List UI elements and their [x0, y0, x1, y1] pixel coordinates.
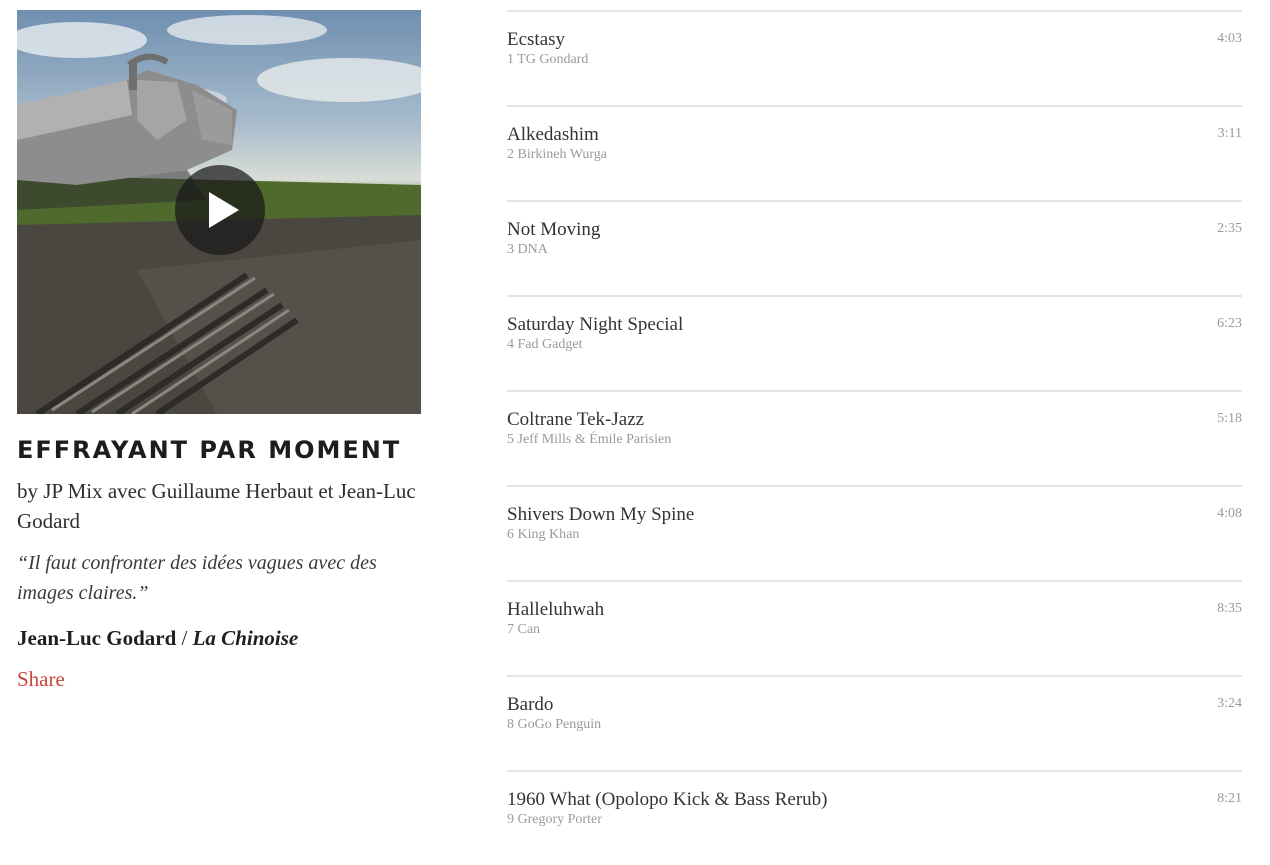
track-number: 9: [507, 812, 514, 827]
quote-author: Jean-Luc Godard: [17, 626, 177, 650]
track-row[interactable]: Coltrane Tek-Jazz 5 Jeff Mills & Émile P…: [507, 390, 1242, 485]
track-title: Bardo: [507, 694, 554, 715]
track-duration: 6:23: [1217, 316, 1242, 331]
track-duration: 3:24: [1217, 696, 1242, 711]
mix-quote: “Il faut confronter des idées vagues ave…: [17, 552, 377, 604]
track-title: 1960 What (Opolopo Kick & Bass Rerub): [507, 789, 828, 810]
track-title: Ecstasy: [507, 29, 566, 50]
track-number: 8: [507, 717, 514, 732]
track-meta: 3 DNA: [507, 241, 548, 259]
track-row[interactable]: Alkedashim 2 Birkineh Wurga 3:11: [507, 105, 1242, 200]
track-artist: Birkineh Wurga: [517, 147, 608, 162]
track-meta: 7 Can: [507, 621, 540, 639]
track-row[interactable]: Halleluhwah 7 Can 8:35: [507, 580, 1242, 675]
track-number: 1: [507, 52, 514, 67]
mix-panel: EFFRAYANT PAR MOMENT by JP Mix avec Guil…: [17, 10, 421, 694]
share-link[interactable]: Share: [17, 664, 65, 694]
track-title: Halleluhwah: [507, 599, 605, 620]
track-artist: Can: [517, 622, 541, 637]
track-title: Not Moving: [507, 219, 601, 240]
track-artist: Fad Gadget: [517, 337, 583, 352]
track-row[interactable]: Bardo 8 GoGo Penguin 3:24: [507, 675, 1242, 770]
mix-title: EFFRAYANT PAR MOMENT: [17, 436, 402, 464]
track-meta: 9 Gregory Porter: [507, 811, 602, 829]
mix-byline: by JP Mix avec Guillaume Herbaut et Jean…: [17, 479, 416, 533]
tracklist: Ecstasy 1 TG Gondard 4:03 Alkedashim 2 B…: [507, 10, 1242, 865]
quote-attribution: Jean-Luc Godard / La Chinoise: [17, 623, 421, 653]
track-number: 3: [507, 242, 514, 257]
track-row[interactable]: Shivers Down My Spine 6 King Khan 4:08: [507, 485, 1242, 580]
track-title: Coltrane Tek-Jazz: [507, 409, 645, 430]
track-row[interactable]: Ecstasy 1 TG Gondard 4:03: [507, 10, 1242, 105]
track-duration: 8:35: [1217, 601, 1242, 616]
track-meta: 4 Fad Gadget: [507, 336, 582, 354]
track-duration: 3:11: [1217, 126, 1242, 141]
track-duration: 2:35: [1217, 221, 1242, 236]
track-number: 5: [507, 432, 514, 447]
track-row[interactable]: Saturday Night Special 4 Fad Gadget 6:23: [507, 295, 1242, 390]
track-duration: 4:03: [1217, 31, 1242, 46]
play-button[interactable]: [175, 165, 265, 255]
track-artist: King Khan: [517, 527, 580, 542]
cover-image[interactable]: [17, 10, 421, 414]
track-artist: DNA: [517, 242, 548, 257]
track-artist: Gregory Porter: [517, 812, 602, 827]
play-icon: [209, 192, 239, 228]
track-number: 2: [507, 147, 514, 162]
track-duration: 4:08: [1217, 506, 1242, 521]
track-title: Saturday Night Special: [507, 314, 684, 335]
track-row[interactable]: Not Moving 3 DNA 2:35: [507, 200, 1242, 295]
track-number: 7: [507, 622, 514, 637]
quote-source: La Chinoise: [192, 626, 299, 650]
track-artist: TG Gondard: [517, 52, 589, 67]
track-duration: 8:21: [1217, 791, 1242, 806]
attribution-separator: /: [181, 626, 188, 650]
track-title: Alkedashim: [507, 124, 599, 145]
track-meta: 1 TG Gondard: [507, 51, 588, 69]
track-number: 6: [507, 527, 514, 542]
track-meta: 8 GoGo Penguin: [507, 716, 601, 734]
track-duration: 5:18: [1217, 411, 1242, 426]
track-meta: 2 Birkineh Wurga: [507, 146, 607, 164]
track-artist: Jeff Mills & Émile Parisien: [517, 432, 672, 447]
track-artist: GoGo Penguin: [517, 717, 602, 732]
track-row[interactable]: 1960 What (Opolopo Kick & Bass Rerub) 9 …: [507, 770, 1242, 865]
track-meta: 5 Jeff Mills & Émile Parisien: [507, 431, 671, 449]
track-meta: 6 King Khan: [507, 526, 579, 544]
track-number: 4: [507, 337, 514, 352]
track-title: Shivers Down My Spine: [507, 504, 695, 525]
